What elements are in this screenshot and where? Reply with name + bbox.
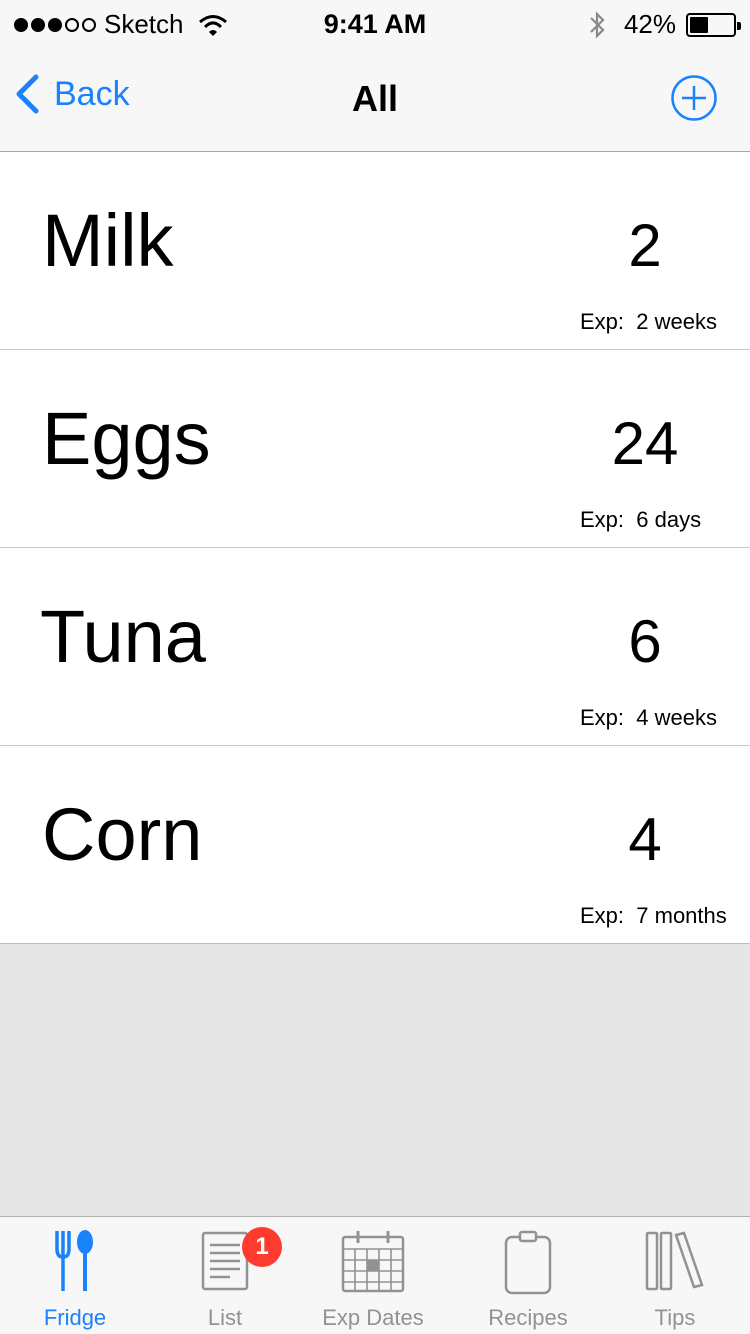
tab-label: List <box>207 1305 243 1330</box>
navigation-bar: Back All <box>0 50 750 152</box>
exp-value: 6 days <box>636 507 702 532</box>
tab-fridge[interactable]: Fridge <box>0 1217 150 1334</box>
item-quantity: 6 <box>628 608 662 675</box>
fork-spoon-icon <box>55 1230 93 1291</box>
item-name: Eggs <box>42 397 211 480</box>
exp-label: Exp: <box>580 309 625 334</box>
tab-label: Recipes <box>488 1305 568 1330</box>
tab-label: Fridge <box>43 1305 107 1330</box>
exp-value: 2 weeks <box>636 309 717 334</box>
tab-tips[interactable]: Tips <box>600 1217 750 1334</box>
status-bar: Sketch 9:41 AM 42% <box>0 0 750 50</box>
tab-list[interactable]: 1 List <box>150 1217 300 1334</box>
tab-recipes[interactable]: Recipes <box>453 1217 603 1334</box>
notification-badge: 1 <box>242 1227 282 1267</box>
exp-value: 4 weeks <box>636 705 717 730</box>
bluetooth-icon <box>590 10 605 39</box>
exp-value: 7 months <box>636 903 727 928</box>
item-quantity: 4 <box>628 806 662 873</box>
list-item[interactable]: Eggs 24 Exp: 6 days <box>0 350 750 548</box>
item-name: Milk <box>42 199 174 282</box>
books-icon <box>645 1231 704 1291</box>
add-button[interactable] <box>670 74 718 122</box>
item-quantity: 2 <box>628 212 662 279</box>
battery-icon <box>686 12 741 37</box>
exp-label: Exp: <box>580 903 625 928</box>
page-title: All <box>351 78 398 119</box>
battery-percent: 42% <box>623 9 676 39</box>
item-expiration: Exp: 7 months <box>580 903 727 929</box>
clipboard-icon <box>504 1230 552 1295</box>
exp-label: Exp: <box>580 507 625 532</box>
status-right: 42% <box>588 9 741 40</box>
list-icon <box>201 1231 249 1291</box>
list-item[interactable]: Milk 2 Exp: 2 weeks <box>0 152 750 350</box>
plus-circle-icon <box>671 75 717 121</box>
calendar-icon <box>341 1231 405 1293</box>
item-name: Tuna <box>40 595 206 678</box>
item-expiration: Exp: 6 days <box>580 507 701 533</box>
tab-exp-dates[interactable]: Exp Dates <box>298 1217 448 1334</box>
tab-label: Tips <box>654 1305 696 1330</box>
tab-label: Exp Dates <box>322 1305 424 1330</box>
fridge-item-list: Milk 2 Exp: 2 weeks Eggs 24 Exp: 6 days … <box>0 152 750 944</box>
list-item[interactable]: Corn 4 Exp: 7 months <box>0 746 750 944</box>
item-quantity: 24 <box>611 410 679 477</box>
item-expiration: Exp: 2 weeks <box>580 309 717 335</box>
battery-fill <box>690 16 708 33</box>
tab-bar: Fridge 1 List Exp Dates Recipes Tips <box>0 1216 750 1334</box>
exp-label: Exp: <box>580 705 625 730</box>
list-item[interactable]: Tuna 6 Exp: 4 weeks <box>0 548 750 746</box>
item-expiration: Exp: 4 weeks <box>580 705 717 731</box>
item-name: Corn <box>42 793 203 876</box>
